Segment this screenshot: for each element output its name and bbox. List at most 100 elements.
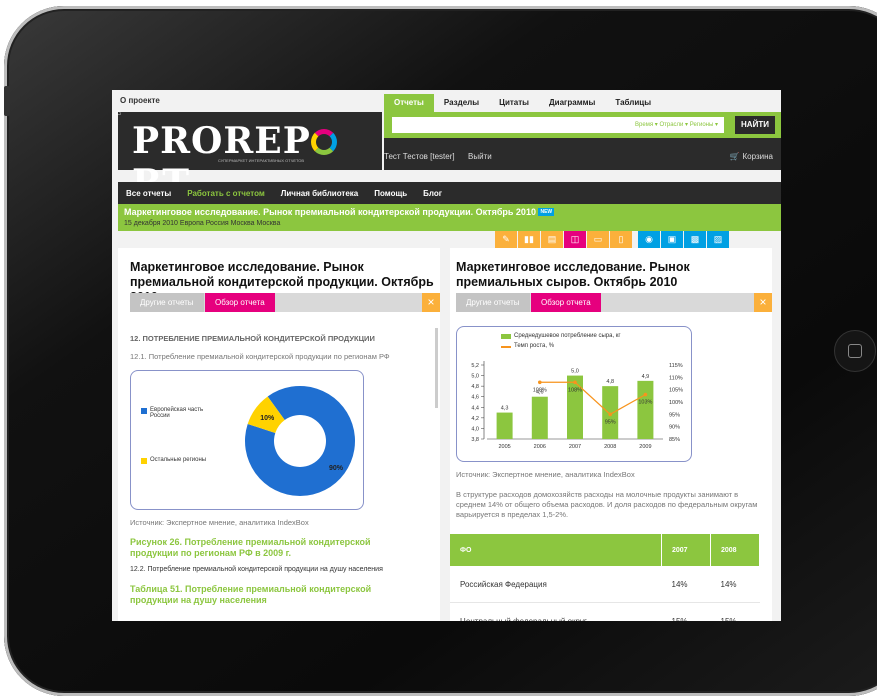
nav-all-reports[interactable]: Все отчеты bbox=[118, 189, 179, 198]
table-cell: 15% bbox=[661, 602, 711, 621]
tagline: СУПЕРМАРКЕТ ИНТЕРАКТИВНЫХ ОТЧЕТОВ bbox=[218, 158, 305, 163]
growth-point bbox=[538, 380, 542, 385]
main-tabs: Отчеты Разделы Цитаты Диаграммы Таблицы bbox=[384, 94, 661, 112]
nav-help[interactable]: Помощь bbox=[366, 189, 415, 198]
y-tick-label: 4,8 bbox=[471, 384, 479, 390]
bar-data-label: 4,9 bbox=[642, 374, 650, 380]
tablet-screen: О проекте Отчеты Разделы Цитаты Диаграмм… bbox=[112, 90, 781, 621]
table-cell: Центральный федеральный округ bbox=[450, 602, 662, 621]
left-pane: Маркетинговое исследование. Рынок премиа… bbox=[118, 248, 440, 621]
nav-work-with-report[interactable]: Работать с отчетом bbox=[179, 189, 273, 198]
right-subtabs: Другие отчеты Обзор отчета × bbox=[456, 293, 772, 312]
home-square-icon bbox=[848, 344, 862, 358]
report-toolbar: ✎ ▮▮ ▤ ◫ ▭ ▯ ◉ ▣ ▩ ▨ bbox=[494, 231, 729, 248]
nav-blog[interactable]: Блог bbox=[415, 189, 450, 198]
pie-svg: 90% 10% bbox=[245, 386, 355, 496]
right-tab-review[interactable]: Обзор отчета bbox=[531, 293, 601, 312]
table-cell: 14% bbox=[710, 566, 760, 603]
subsection-heading: 12.1. Потребление премиальной кондитерск… bbox=[130, 352, 390, 361]
about-link[interactable]: О проекте bbox=[120, 96, 160, 105]
tablet-home-button[interactable] bbox=[834, 330, 876, 372]
nav-library[interactable]: Личная библиотека bbox=[273, 189, 366, 198]
y-tick-label: 5,2 bbox=[471, 363, 479, 369]
user-bar: Тест Тестов [tester] Выйти 🛒 Корзина bbox=[384, 138, 781, 170]
right-source: Источник: Экспертное мнение, аналитика I… bbox=[456, 470, 635, 479]
pie-data-label: 90% bbox=[329, 465, 344, 472]
user-name[interactable]: Тест Тестов [tester] bbox=[384, 152, 455, 161]
toolbar-button-2-icon[interactable]: ▮▮ bbox=[518, 231, 540, 248]
x-tick-label: 2005 bbox=[498, 444, 510, 450]
x-tick-label: 2006 bbox=[534, 444, 546, 450]
table-row: Российская Федерация 14% 14% bbox=[450, 566, 760, 603]
search-input[interactable]: Время ▾ Отрасли ▾ Регионы ▾ bbox=[392, 117, 724, 133]
table-row: Центральный федеральный округ 15% 15% bbox=[450, 602, 760, 621]
tablet-side-button bbox=[4, 86, 10, 116]
right-pane-title: Маркетинговое исследование. Рынок премиа… bbox=[456, 260, 690, 289]
right-close-icon[interactable]: × bbox=[754, 293, 772, 312]
toolbar-button-8-icon[interactable]: ▣ bbox=[661, 231, 683, 248]
toolbar-button-1-icon[interactable]: ✎ bbox=[495, 231, 517, 248]
tab-tables[interactable]: Таблицы bbox=[605, 94, 661, 112]
y2-tick-label: 105% bbox=[669, 388, 683, 394]
table-cell: 14% bbox=[661, 566, 711, 603]
search-filters[interactable]: Время ▾ Отрасли ▾ Регионы ▾ bbox=[635, 121, 718, 128]
left-close-icon[interactable]: × bbox=[422, 293, 440, 312]
growth-data-label: 108% bbox=[533, 387, 547, 393]
left-tab-other-reports[interactable]: Другие отчеты bbox=[130, 293, 204, 312]
cart-link[interactable]: 🛒 Корзина bbox=[730, 152, 773, 161]
combo-chart: Среднедушевое потребление сыра, кг Темп … bbox=[456, 326, 692, 462]
right-tab-other-reports[interactable]: Другие отчеты bbox=[456, 293, 530, 312]
search-button[interactable]: НАЙТИ bbox=[735, 116, 775, 134]
table-caption: Таблица 51. Потребление премиальной конд… bbox=[130, 584, 372, 605]
x-tick-label: 2008 bbox=[604, 444, 616, 450]
tab-charts[interactable]: Диаграммы bbox=[539, 94, 605, 112]
report-title: Маркетинговое исследование. Рынок премиа… bbox=[124, 207, 555, 217]
right-paragraph: В структуре расходов домохозяйств расход… bbox=[456, 490, 758, 519]
main-nav: Все отчеты Работать с отчетом Личная биб… bbox=[118, 182, 781, 204]
report-header: Маркетинговое исследование. Рынок премиа… bbox=[118, 204, 781, 231]
y2-tick-label: 90% bbox=[669, 425, 680, 431]
section-heading: 12. ПОТРЕБЛЕНИЕ ПРЕМИАЛЬНОЙ КОНДИТЕРСКОЙ… bbox=[130, 334, 375, 343]
growth-point bbox=[643, 392, 648, 397]
growth-point bbox=[608, 412, 612, 417]
y-tick-label: 3,8 bbox=[471, 437, 479, 443]
toolbar-button-10-icon[interactable]: ▨ bbox=[707, 231, 729, 248]
toolbar-button-6-icon[interactable]: ▯ bbox=[610, 231, 632, 248]
toolbar-button-7-icon[interactable]: ◉ bbox=[638, 231, 660, 248]
toolbar-button-5-icon[interactable]: ▭ bbox=[587, 231, 609, 248]
logout-link[interactable]: Выйти bbox=[468, 152, 492, 161]
tab-reports[interactable]: Отчеты bbox=[384, 94, 434, 112]
logo-area: ⌂ PROREPRT СУПЕРМАРКЕТ ИНТЕРАКТИВНЫХ ОТЧ… bbox=[116, 108, 382, 204]
home-icon[interactable]: ⌂ bbox=[116, 108, 121, 117]
y2-tick-label: 95% bbox=[669, 412, 680, 418]
cart-icon: 🛒 bbox=[729, 152, 740, 161]
tab-quotes[interactable]: Цитаты bbox=[489, 94, 539, 112]
growth-data-label: 103% bbox=[638, 400, 652, 406]
left-scrollbar[interactable] bbox=[435, 328, 438, 408]
fo-table: ФО 2007 2008 Российская Федерация 14% 14… bbox=[450, 534, 760, 621]
left-tab-review[interactable]: Обзор отчета bbox=[205, 293, 275, 312]
bar bbox=[637, 380, 654, 439]
top-bar: О проекте Отчеты Разделы Цитаты Диаграмм… bbox=[112, 90, 781, 112]
table-header: 2008 bbox=[710, 534, 760, 566]
pie-data-label: 10% bbox=[260, 415, 275, 422]
subsection2-heading: 12.2. Потребление премиальной кондитерск… bbox=[130, 566, 383, 573]
y2-tick-label: 115% bbox=[669, 363, 683, 369]
table-header: 2007 bbox=[661, 534, 711, 566]
toolbar-button-3-icon[interactable]: ▤ bbox=[541, 231, 563, 248]
left-source: Источник: Экспертное мнение, аналитика I… bbox=[130, 518, 309, 527]
left-subtabs: Другие отчеты Обзор отчета × bbox=[130, 293, 440, 312]
toolbar-button-4-icon[interactable]: ◫ bbox=[564, 231, 586, 248]
table-cell: Российская Федерация bbox=[450, 566, 662, 603]
growth-line bbox=[539, 381, 646, 416]
bar bbox=[567, 375, 583, 439]
growth-data-label: 108% bbox=[568, 387, 582, 393]
tab-sections[interactable]: Разделы bbox=[434, 94, 489, 112]
x-tick-label: 2007 bbox=[569, 444, 581, 450]
logo-o-icon bbox=[310, 129, 337, 155]
new-badge: NEW bbox=[538, 208, 555, 216]
bar-data-label: 5,0 bbox=[571, 369, 579, 375]
toolbar-button-9-icon[interactable]: ▩ bbox=[684, 231, 706, 248]
bar-data-label: 4,3 bbox=[501, 406, 509, 412]
y-tick-label: 4,2 bbox=[471, 416, 479, 422]
